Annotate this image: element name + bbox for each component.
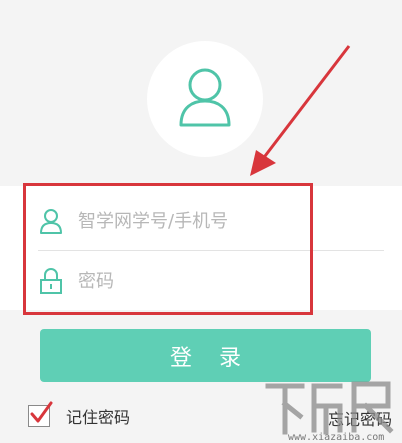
remember-password-label: 记住密码 [66, 408, 131, 427]
username-input[interactable] [78, 210, 358, 232]
forgot-password-link[interactable]: 忘记密码 [328, 406, 392, 430]
login-button[interactable]: 登 录 [40, 329, 371, 382]
checkmark-icon [30, 401, 53, 423]
user-avatar-icon [179, 68, 231, 127]
remember-password-checkbox[interactable] [28, 401, 53, 427]
user-icon [38, 206, 64, 236]
lock-icon [38, 266, 64, 296]
avatar [147, 41, 263, 157]
watermark-url: www.xiazaiba.com [288, 432, 385, 443]
username-row [38, 192, 384, 251]
password-row [38, 252, 384, 310]
password-input[interactable] [78, 270, 358, 292]
remember-password[interactable]: 记住密码 [28, 401, 131, 428]
